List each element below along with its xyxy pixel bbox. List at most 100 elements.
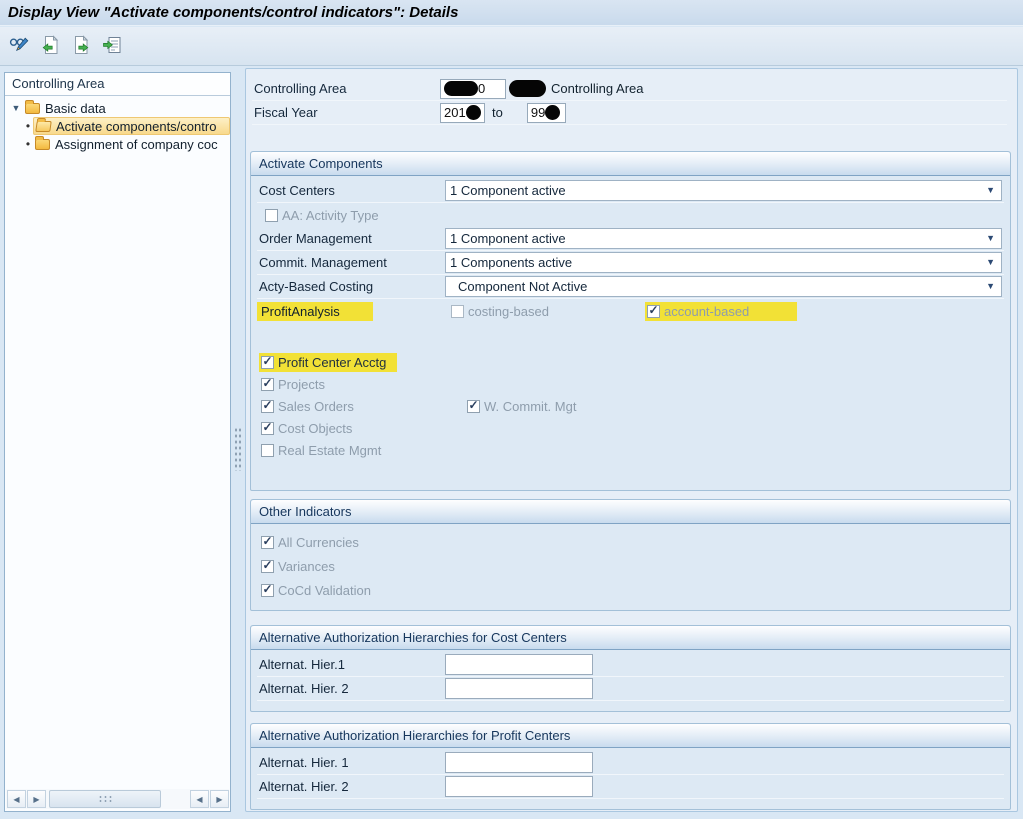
real-estate-mgmt-checkbox[interactable] bbox=[261, 444, 274, 457]
projects-checkbox[interactable] bbox=[261, 378, 274, 391]
controlling-area-label: Controlling Area bbox=[252, 81, 440, 96]
group-title: Activate Components bbox=[251, 152, 1010, 176]
projects-label: Projects bbox=[278, 377, 325, 392]
other-entry-icon bbox=[102, 35, 122, 58]
other-entry-button[interactable] bbox=[100, 34, 124, 58]
costing-based-checkbox[interactable] bbox=[451, 305, 464, 318]
commit-management-row: Commit. Management 1 Components active ▼ bbox=[257, 251, 1004, 275]
scroll-right-icon[interactable]: ▶ bbox=[210, 790, 229, 808]
acty-based-costing-label: Acty-Based Costing bbox=[257, 279, 445, 294]
tree-item-label: Basic data bbox=[45, 101, 106, 116]
alt-auth-cost-centers-group: Alternative Authorization Hierarchies fo… bbox=[250, 625, 1011, 712]
order-management-value: 1 Component active bbox=[450, 231, 566, 246]
tree-item-activate-components[interactable]: • Activate components/contro bbox=[5, 117, 230, 135]
alt-hier2-cc-field[interactable] bbox=[445, 678, 593, 699]
aa-activity-type-checkbox[interactable] bbox=[265, 209, 278, 222]
chevron-down-icon[interactable]: ▼ bbox=[9, 103, 23, 113]
account-based-option: account-based bbox=[645, 302, 797, 321]
fiscal-year-from-field[interactable]: 201 bbox=[440, 103, 485, 123]
commit-management-label: Commit. Management bbox=[257, 255, 445, 270]
variances-checkbox[interactable] bbox=[261, 560, 274, 573]
tree-item-basic-data[interactable]: ▼ Basic data bbox=[5, 99, 230, 117]
alt-hier2-pc-row: Alternat. Hier. 2 bbox=[257, 775, 1004, 799]
activate-components-group: Activate Components Cost Centers 1 Compo… bbox=[250, 151, 1011, 491]
group-title: Alternative Authorization Hierarchies fo… bbox=[251, 724, 1010, 748]
previous-entry-icon bbox=[40, 35, 60, 58]
cost-centers-dropdown[interactable]: 1 Component active ▼ bbox=[445, 180, 1002, 201]
fiscal-year-row: Fiscal Year 201 to 99 bbox=[252, 101, 1007, 125]
alt-hier2-cc-label: Alternat. Hier. 2 bbox=[257, 681, 445, 696]
profit-analysis-label: ProfitAnalysis bbox=[257, 302, 373, 321]
profit-center-acctg-label: Profit Center Acctg bbox=[278, 355, 386, 370]
variances-label: Variances bbox=[278, 559, 335, 574]
other-indicators-group: Other Indicators All Currencies Variance… bbox=[250, 499, 1011, 611]
commit-management-dropdown[interactable]: 1 Components active ▼ bbox=[445, 252, 1002, 273]
profit-center-acctg-option: Profit Center Acctg bbox=[259, 353, 397, 372]
cocd-validation-row: CoCd Validation bbox=[257, 578, 1004, 602]
costing-based-label: costing-based bbox=[468, 304, 549, 319]
scroll-left-icon[interactable]: ◀ bbox=[190, 790, 209, 808]
fiscal-year-label: Fiscal Year bbox=[252, 105, 440, 120]
controlling-area-value: 0 bbox=[478, 81, 485, 96]
folder-icon bbox=[25, 103, 40, 114]
cost-centers-row: Cost Centers 1 Component active ▼ bbox=[257, 179, 1004, 203]
projects-row: Projects bbox=[257, 373, 1004, 395]
header-fields: Controlling Area 0 Controlling Area Fisc… bbox=[252, 77, 1007, 125]
fiscal-year-to-label: to bbox=[492, 105, 503, 120]
cost-objects-checkbox[interactable] bbox=[261, 422, 274, 435]
alt-hier1-cc-row: Alternat. Hier.1 bbox=[257, 653, 1004, 677]
cocd-validation-checkbox[interactable] bbox=[261, 584, 274, 597]
redaction-blob bbox=[509, 80, 546, 97]
costing-based-option: costing-based bbox=[451, 304, 549, 319]
controlling-area-description: Controlling Area bbox=[551, 81, 644, 96]
application-toolbar bbox=[0, 27, 1023, 66]
w-commit-mgt-checkbox[interactable] bbox=[467, 400, 480, 413]
alt-auth-profit-centers-group: Alternative Authorization Hierarchies fo… bbox=[250, 723, 1011, 810]
variances-row: Variances bbox=[257, 554, 1004, 578]
cost-objects-row: Cost Objects bbox=[257, 417, 1004, 439]
previous-entry-button[interactable] bbox=[38, 34, 62, 58]
next-entry-button[interactable] bbox=[69, 34, 93, 58]
page-title: Display View "Activate components/contro… bbox=[8, 4, 458, 21]
chevron-down-icon: ▼ bbox=[986, 185, 995, 195]
folder-icon bbox=[35, 139, 50, 150]
display-change-button[interactable] bbox=[7, 34, 31, 58]
sales-orders-checkbox[interactable] bbox=[261, 400, 274, 413]
scrollbar-thumb[interactable] bbox=[49, 790, 161, 808]
cost-centers-value: 1 Component active bbox=[450, 183, 566, 198]
acty-based-costing-row: Acty-Based Costing Component Not Active … bbox=[257, 275, 1004, 299]
order-management-dropdown[interactable]: 1 Component active ▼ bbox=[445, 228, 1002, 249]
redaction-blob bbox=[545, 105, 560, 120]
w-commit-mgt-label: W. Commit. Mgt bbox=[484, 399, 576, 414]
controlling-area-field[interactable]: 0 bbox=[440, 79, 506, 99]
bullet-icon: • bbox=[23, 137, 33, 151]
fiscal-year-to-field[interactable]: 99 bbox=[527, 103, 566, 123]
alt-hier2-pc-label: Alternat. Hier. 2 bbox=[257, 779, 445, 794]
group-title: Alternative Authorization Hierarchies fo… bbox=[251, 626, 1010, 650]
alt-hier2-cc-row: Alternat. Hier. 2 bbox=[257, 677, 1004, 701]
alt-hier2-pc-field[interactable] bbox=[445, 776, 593, 797]
controlling-area-row: Controlling Area 0 Controlling Area bbox=[252, 77, 1007, 101]
cost-objects-label: Cost Objects bbox=[278, 421, 352, 436]
tree-horizontal-scrollbar[interactable]: ◀ ▶ ◀ ▶ bbox=[6, 789, 229, 809]
all-currencies-checkbox[interactable] bbox=[261, 536, 274, 549]
scroll-left-icon[interactable]: ◀ bbox=[7, 790, 26, 808]
real-estate-mgmt-row: Real Estate Mgmt bbox=[257, 439, 1004, 461]
tree-items: ▼ Basic data • Activate components/contr… bbox=[5, 96, 230, 153]
display-change-icon bbox=[9, 35, 29, 58]
acty-based-costing-dropdown[interactable]: Component Not Active ▼ bbox=[445, 276, 1002, 297]
chevron-down-icon: ▼ bbox=[986, 233, 995, 243]
profit-center-acctg-row: Profit Center Acctg bbox=[257, 351, 1004, 373]
tree-item-assignment-company-codes[interactable]: • Assignment of company coc bbox=[5, 135, 230, 153]
account-based-checkbox[interactable] bbox=[647, 305, 660, 318]
alt-hier1-pc-field[interactable] bbox=[445, 752, 593, 773]
scroll-right-icon[interactable]: ▶ bbox=[27, 790, 46, 808]
chevron-down-icon: ▼ bbox=[986, 257, 995, 267]
sales-orders-label: Sales Orders bbox=[278, 399, 354, 414]
profit-center-acctg-checkbox[interactable] bbox=[261, 356, 274, 369]
commit-management-value: 1 Components active bbox=[450, 255, 572, 270]
alt-hier1-cc-field[interactable] bbox=[445, 654, 593, 675]
tree-item-label: Assignment of company coc bbox=[55, 137, 218, 152]
next-entry-icon bbox=[71, 35, 91, 58]
panel-splitter-handle[interactable] bbox=[233, 424, 242, 474]
